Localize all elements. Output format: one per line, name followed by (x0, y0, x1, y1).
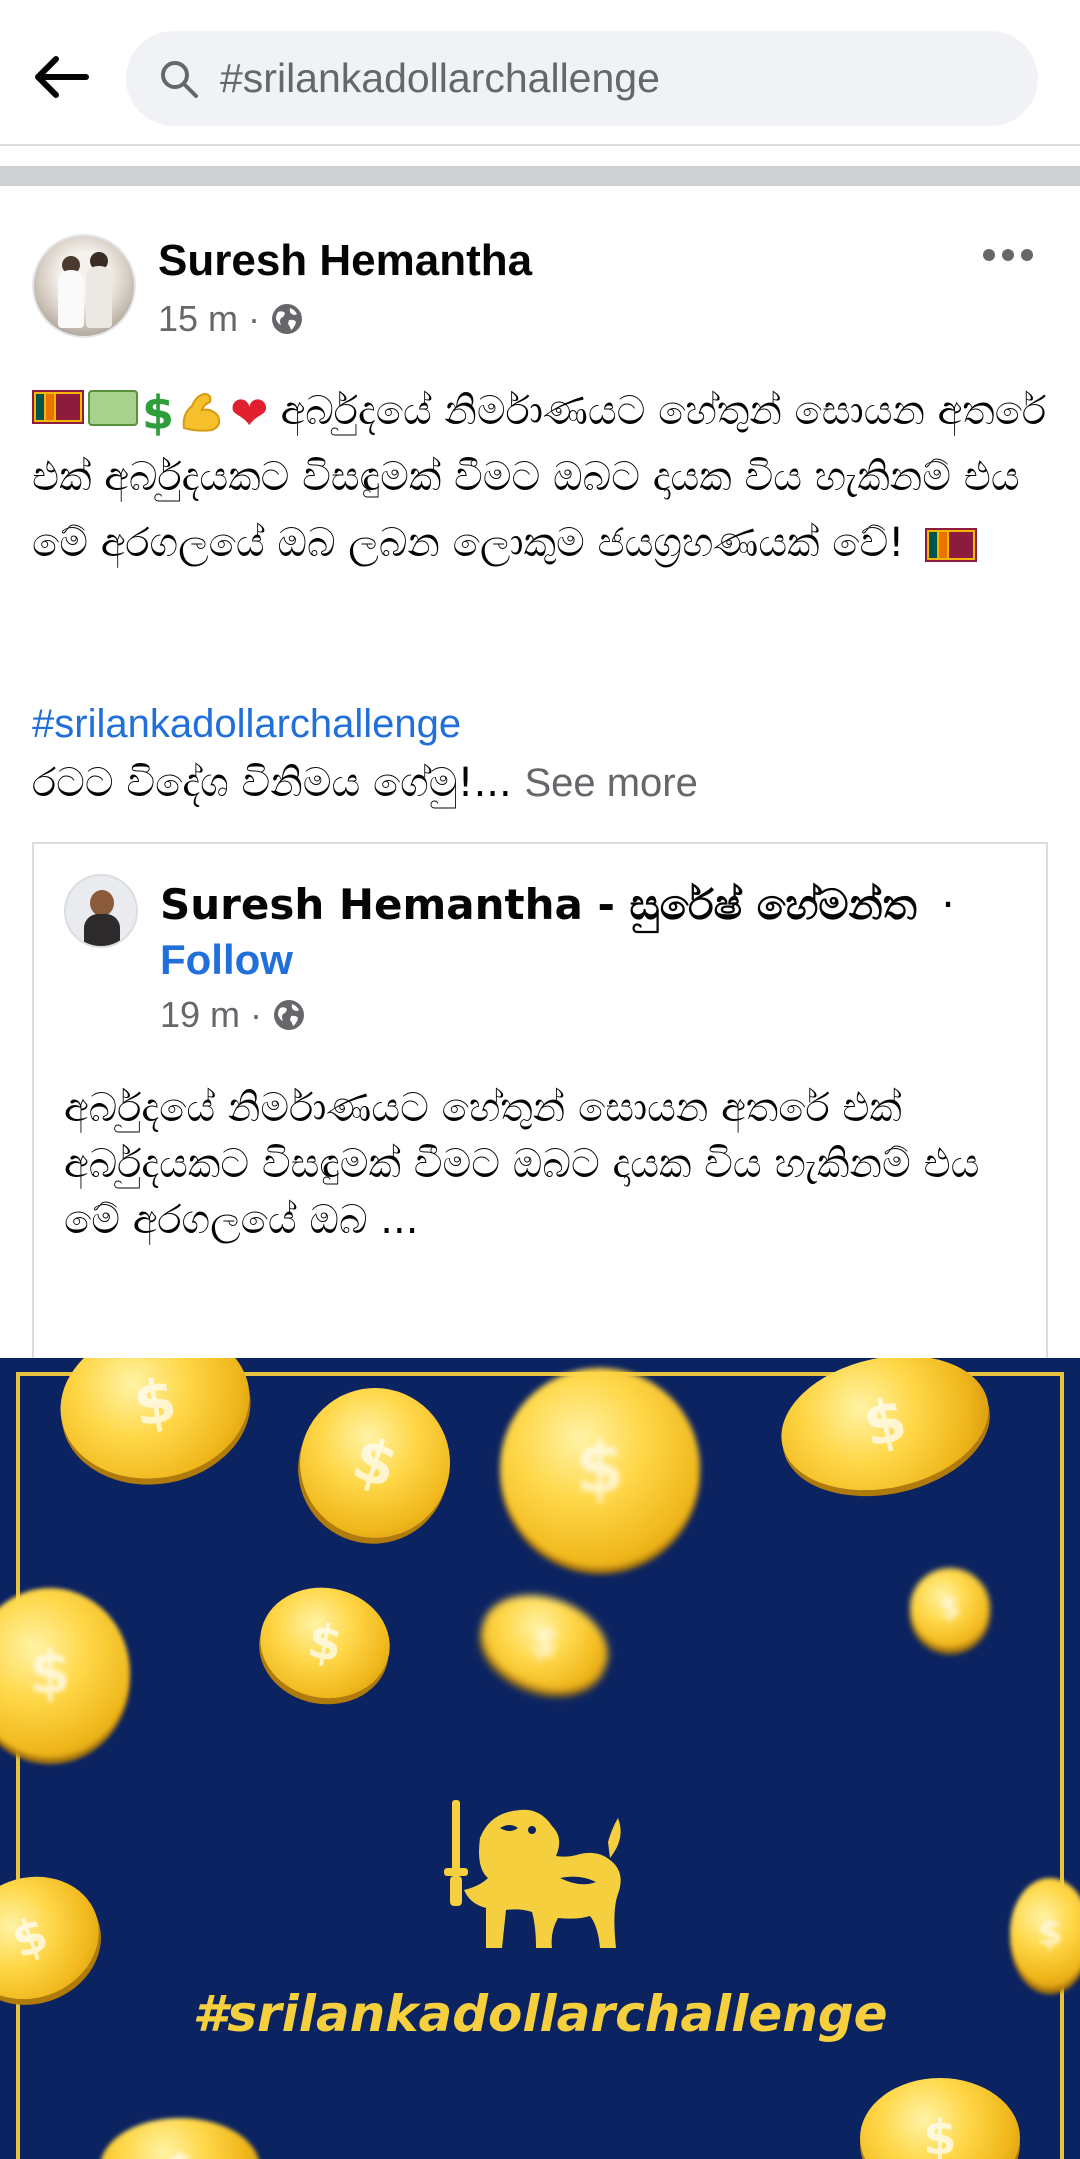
coin-icon: $ (500, 1368, 700, 1568)
shared-post[interactable]: Suresh Hemantha - සුරේෂ් හේමන්ත · Follow… (32, 842, 1048, 1402)
post-body: $ ❤ අර්බුදයේ නිර්මාණයට හේතුන් සොයන අතරේ … (32, 378, 1052, 576)
feed-divider (0, 166, 1080, 186)
shared-time[interactable]: 19 m (160, 994, 240, 1036)
author-avatar[interactable] (32, 234, 136, 338)
search-icon (156, 56, 202, 102)
flexed-biceps-icon (182, 392, 221, 432)
lion-emblem-icon (444, 1800, 621, 1948)
post-hashtag-link[interactable]: #srilankadollarchallenge (32, 702, 461, 747)
post-card: Suresh Hemantha 15 m · $ ❤ අර්බුදයේ නිර්… (0, 186, 1080, 2159)
globe-icon (272, 998, 306, 1032)
dollar-sign-icon: $ (142, 386, 175, 440)
meta-separator: · (248, 298, 261, 339)
post-last-line: රටට විදේශ විනිමය ගේමු!... See more (32, 760, 698, 806)
shared-author-name[interactable]: Suresh Hemantha - සුරේෂ් හේමන්ත (160, 880, 917, 929)
money-bill-icon (88, 390, 138, 426)
coin-icon: $ (100, 2118, 260, 2159)
follow-button[interactable]: Follow (160, 936, 293, 984)
more-options-icon[interactable] (978, 240, 1038, 270)
emoji-group: $ ❤ (32, 390, 269, 436)
shared-post-text: අර්බුදයේ නිර්මාණයට හේතුන් සොයන අතරේ එක් … (64, 1085, 980, 1243)
post-image[interactable]: $ $ $ $ $ $ $ $ $ $ $ $ #srilankadollarc (0, 1358, 1080, 2159)
coin-icon: $ (1010, 1878, 1080, 1988)
post-meta: 15 m · (158, 298, 304, 340)
globe-icon (270, 302, 304, 336)
author-separator: · (941, 880, 955, 929)
top-bar: #srilankadollarchallenge (0, 0, 1080, 146)
coin-icon: $ (860, 2078, 1020, 2159)
post-last-text: රටට විදේශ විනිමය ගේමු!... (32, 760, 512, 806)
see-more-link[interactable]: See more (524, 761, 697, 805)
red-heart-icon: ❤ (230, 386, 269, 440)
shared-author-header: Suresh Hemantha - සුරේෂ් හේමන්ත · (160, 880, 955, 930)
search-input[interactable]: #srilankadollarchallenge (126, 31, 1038, 126)
post-time[interactable]: 15 m (158, 298, 238, 340)
shared-author-avatar[interactable] (64, 874, 138, 948)
image-hashtag-text: #srilankadollarchallenge (192, 1985, 888, 2043)
meta-separator: · (250, 994, 263, 1035)
sri-lanka-flag-icon (925, 528, 978, 562)
coin-icon: $ (0, 1588, 130, 1758)
shared-meta: 19 m · (160, 994, 306, 1036)
post-author-name[interactable]: Suresh Hemantha (158, 236, 532, 286)
back-arrow-icon[interactable] (26, 42, 96, 112)
coin-icon: $ (910, 1568, 990, 1648)
sri-lanka-flag-icon (32, 390, 84, 424)
search-query: #srilankadollarchallenge (220, 55, 660, 101)
coin-icon: $ (251, 1577, 399, 1709)
